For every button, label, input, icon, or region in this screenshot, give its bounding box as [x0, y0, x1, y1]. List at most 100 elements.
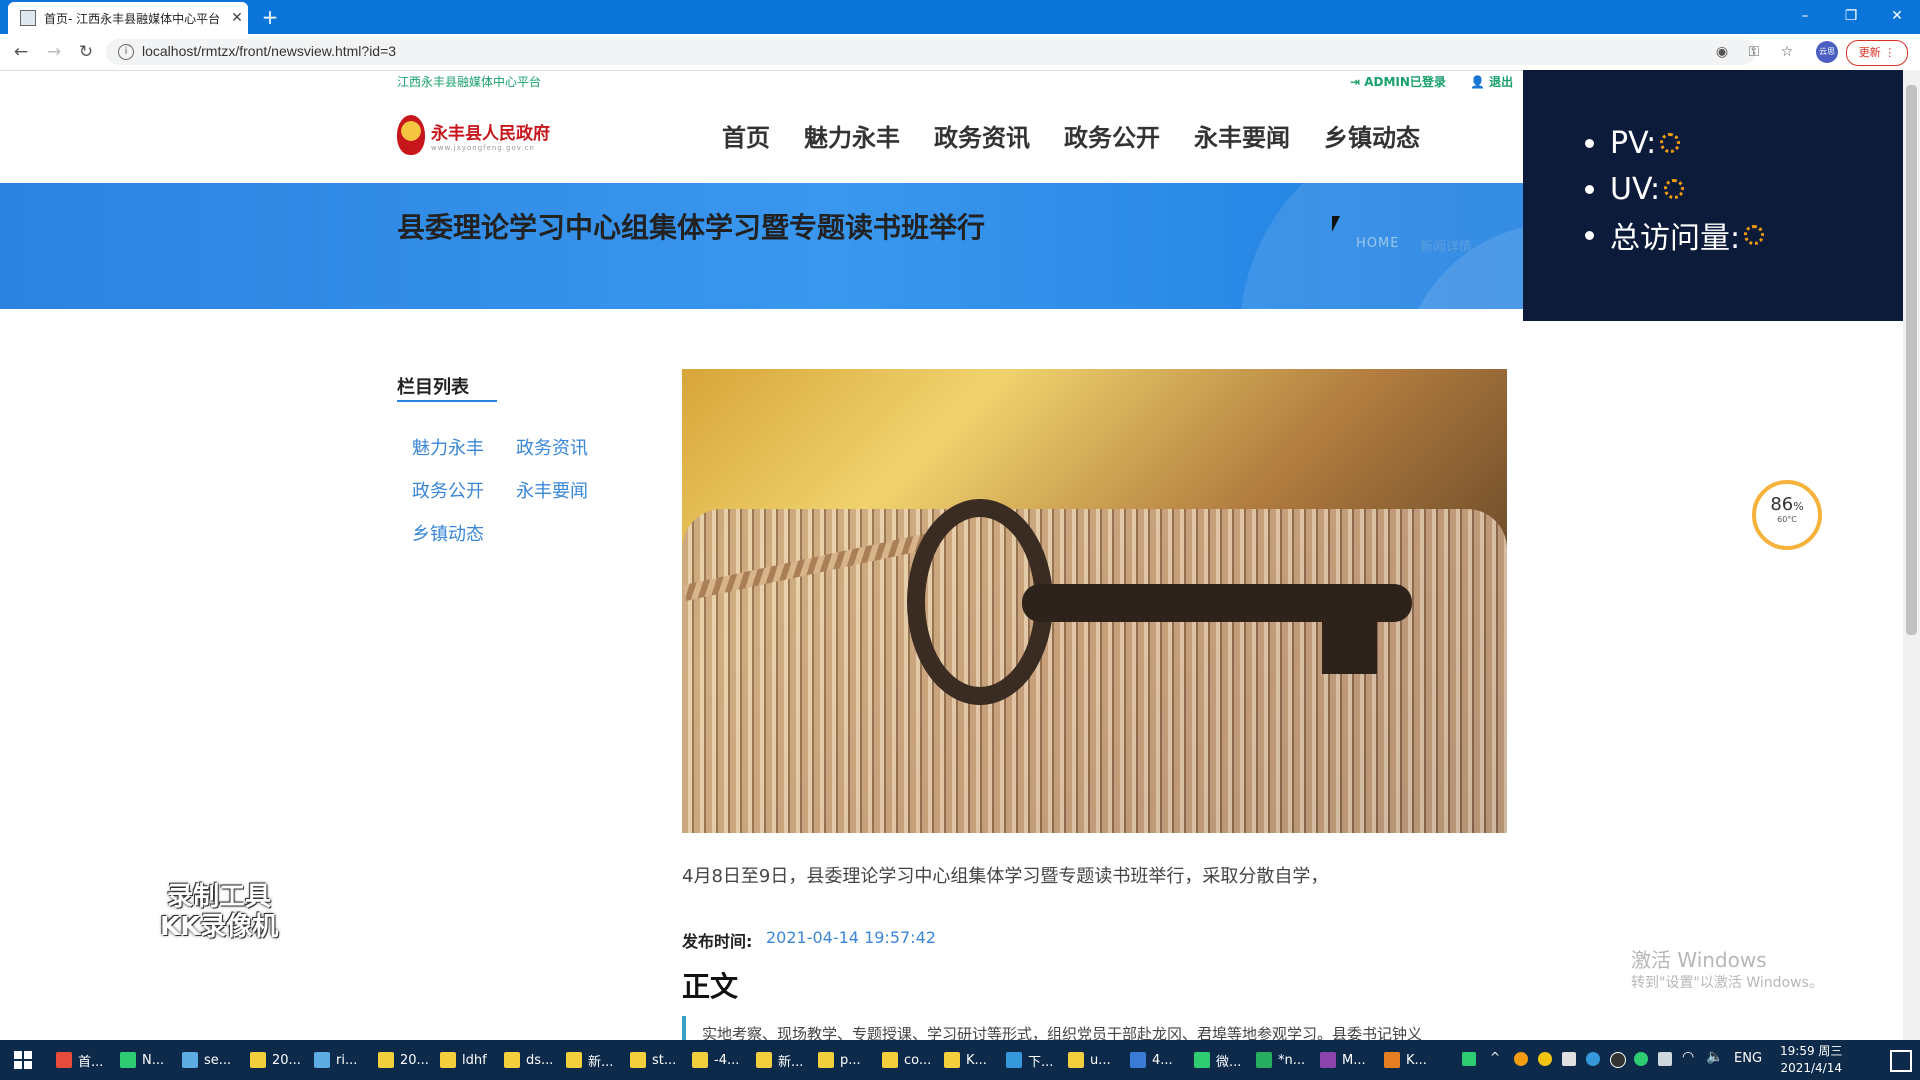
body-quote-bar [682, 1016, 686, 1040]
minimize-button[interactable]: – [1782, 2, 1828, 30]
taskbar-item[interactable]: 新... [566, 1046, 613, 1074]
breadcrumb-home[interactable]: HOME [1356, 236, 1399, 251]
system-clock[interactable]: 19:59 周三 2021/4/14 [1780, 1043, 1842, 1077]
scrollbar-thumb[interactable] [1906, 85, 1917, 635]
cpu-gauge-widget[interactable]: 86% 60°C [1752, 480, 1822, 550]
wechat-tray-icon[interactable] [1634, 1052, 1648, 1066]
publish-date-label: 发布时间: [682, 932, 753, 951]
taskbar-item[interactable]: p... [818, 1046, 861, 1074]
star-icon[interactable]: ☆ [1777, 42, 1797, 62]
taskbar-app-icon [692, 1052, 708, 1068]
sidebar-link-zhengwu-zixun[interactable]: 政务资讯 [516, 434, 588, 460]
login-status[interactable]: ⇥ ADMIN已登录 [1350, 73, 1446, 90]
nav-xiangzhen-dongtai[interactable]: 乡镇动态 [1324, 118, 1420, 153]
restore-button[interactable]: ❐ [1828, 2, 1874, 30]
taskbar-item[interactable]: 20... [250, 1046, 301, 1074]
volume-icon[interactable]: 🔈 [1706, 1049, 1723, 1065]
logout-link[interactable]: 👤 退出 [1470, 73, 1513, 90]
taskbar-item[interactable]: 20... [378, 1046, 429, 1074]
taskbar-item[interactable]: 微... [1194, 1046, 1241, 1074]
taskbar-item[interactable]: ri... [314, 1046, 357, 1074]
nav-home[interactable]: 首页 [722, 118, 770, 153]
login-status-text: ADMIN已登录 [1364, 75, 1446, 89]
taskbar-item[interactable]: ds... [504, 1046, 553, 1074]
main-nav: 首页 魅力永丰 政务资讯 政务公开 永丰要闻 乡镇动态 [722, 118, 1454, 153]
tray-app-icon[interactable] [1586, 1052, 1600, 1066]
sidebar-link-meili-yongfeng[interactable]: 魅力永丰 [412, 434, 484, 460]
sidebar-link-xiangzhen-dongtai[interactable]: 乡镇动态 [412, 520, 484, 546]
taskbar-item-label: N... [142, 1052, 165, 1068]
url-text[interactable]: localhost/rmtzx/front/newsview.html?id=3 [142, 43, 396, 59]
forward-icon[interactable]: → [43, 41, 65, 63]
back-icon[interactable]: ← [10, 41, 32, 63]
taskbar-item[interactable]: u... [1068, 1046, 1111, 1074]
update-button[interactable]: 更新 ⋮ [1846, 40, 1908, 66]
location-icon[interactable]: ◉ [1712, 42, 1732, 62]
taskbar-app-icon [56, 1052, 72, 1068]
new-tab-button[interactable]: + [258, 5, 282, 29]
network-icon[interactable] [1658, 1052, 1672, 1066]
loading-spinner-icon [1660, 133, 1681, 153]
notification-icon[interactable] [1890, 1050, 1912, 1072]
browser-tab[interactable]: 首页- 江西永丰县融媒体中心平台 ✕ [8, 2, 248, 34]
sidebar-link-yongfeng-yaowen[interactable]: 永丰要闻 [516, 477, 588, 503]
nav-zhengwu-gongkai[interactable]: 政务公开 [1064, 118, 1160, 153]
taskbar-app-icon [630, 1052, 646, 1068]
taskbar-item[interactable]: M... [1320, 1046, 1366, 1074]
watermark-line1: 录制工具 [167, 882, 272, 912]
sidebar-link-zhengwu-gongkai[interactable]: 政务公开 [412, 477, 484, 503]
recorder-watermark: 录制工具 KK录像机 [160, 882, 278, 942]
taskbar-item[interactable]: N... [120, 1046, 164, 1074]
key-icon[interactable]: ⚿ [1744, 42, 1764, 62]
nav-yongfeng-yaowen[interactable]: 永丰要闻 [1194, 118, 1290, 153]
taskbar-item-label: 微... [1216, 1054, 1242, 1070]
wifi-icon[interactable]: ◠ [1682, 1049, 1694, 1065]
tray-app-icon[interactable] [1562, 1052, 1576, 1066]
site-logo[interactable]: 永丰县人民政府 www.jxyongfeng.gov.cn [397, 115, 550, 155]
update-label: 更新 [1858, 46, 1881, 59]
reload-icon[interactable]: ↻ [75, 41, 97, 63]
qq-icon[interactable] [1610, 1052, 1626, 1068]
key-tooth-shape [1322, 614, 1377, 674]
taskbar-item[interactable]: ldhf [440, 1046, 487, 1074]
taskbar-item-label: K... [966, 1052, 987, 1068]
taskbar-item-label: 4... [1152, 1052, 1173, 1068]
nav-meili-yongfeng[interactable]: 魅力永丰 [804, 118, 900, 153]
taskbar-item[interactable]: 下... [1006, 1046, 1053, 1074]
taskbar-item[interactable]: co... [882, 1046, 931, 1074]
taskbar-item[interactable]: K... [944, 1046, 987, 1074]
tray-expand-icon[interactable]: ^ [1490, 1050, 1500, 1064]
taskbar-item[interactable]: K... [1384, 1046, 1427, 1074]
battery-icon[interactable] [1462, 1052, 1476, 1066]
sidebar-title-underline [397, 400, 497, 402]
windows-start-icon[interactable] [14, 1051, 32, 1069]
tray-app-icon[interactable] [1514, 1052, 1528, 1066]
taskbar-item[interactable]: *n... [1256, 1046, 1305, 1074]
clock-time: 19:59 周三 [1780, 1044, 1843, 1058]
input-method[interactable]: ENG [1734, 1051, 1762, 1066]
taskbar-item[interactable]: se... [182, 1046, 231, 1074]
sidebar-title: 栏目列表 [397, 377, 469, 398]
taskbar-item-label: 下... [1028, 1054, 1054, 1070]
taskbar-app-icon [1320, 1052, 1336, 1068]
gauge-percent-value: 86 [1770, 494, 1794, 515]
taskbar-item-label: st... [652, 1052, 677, 1068]
taskbar-app-icon [756, 1052, 772, 1068]
close-window-button[interactable]: ✕ [1874, 2, 1920, 30]
taskbar-item-label: co... [904, 1052, 932, 1068]
nav-zhengwu-zixun[interactable]: 政务资讯 [934, 118, 1030, 153]
stat-total-label: 总访问量: [1610, 221, 1741, 256]
taskbar-item[interactable]: st... [630, 1046, 676, 1074]
info-icon[interactable]: i [118, 44, 134, 60]
taskbar-item-label: ri... [336, 1052, 358, 1068]
tray-app-icon[interactable] [1538, 1052, 1552, 1066]
taskbar-item[interactable]: 新... [756, 1046, 803, 1074]
tab-title: 首页- 江西永丰县融媒体中心平台 [44, 11, 221, 26]
taskbar-app-icon [440, 1052, 456, 1068]
taskbar-item[interactable]: 4... [1130, 1046, 1173, 1074]
taskbar-item[interactable]: 首... [56, 1046, 103, 1074]
taskbar-item[interactable]: -4... [692, 1046, 739, 1074]
close-tab-icon[interactable]: ✕ [226, 10, 248, 26]
article-title: 县委理论学习中心组集体学习暨专题读书班举行 [397, 211, 986, 244]
profile-avatar[interactable]: 云思 [1816, 41, 1838, 63]
